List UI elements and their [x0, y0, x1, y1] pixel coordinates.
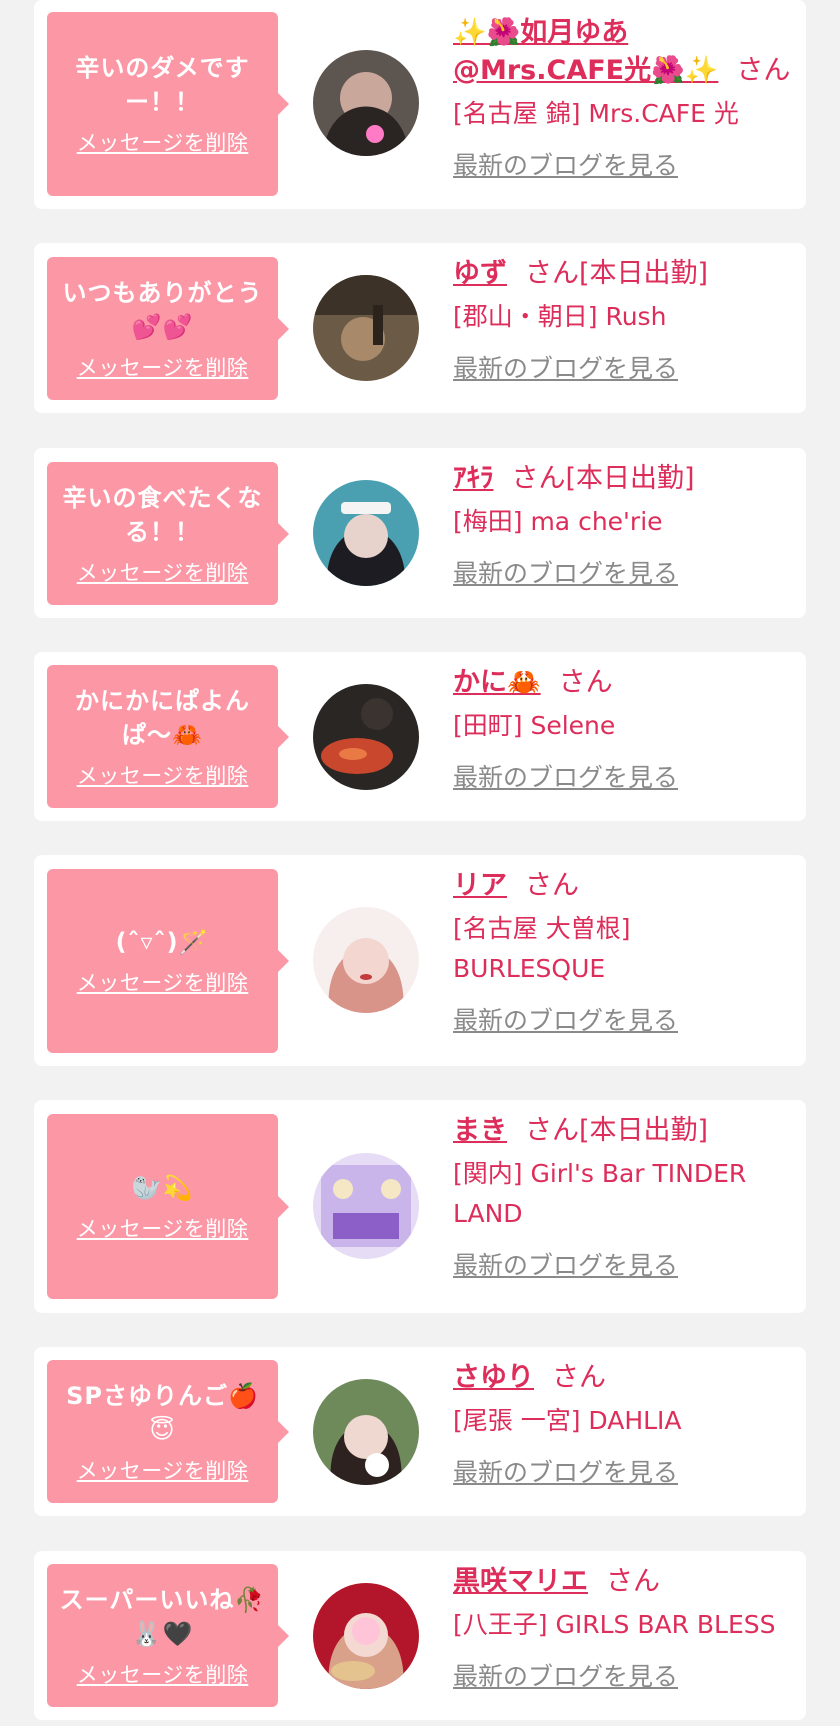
shop-name: [田町] Selene — [453, 711, 616, 740]
shop-name: [郡山・朝日] Rush — [453, 302, 667, 331]
avatar[interactable] — [313, 907, 419, 1013]
shop-name: [梅田] ma che'rie — [453, 507, 663, 536]
message-bubble: いつもありがとう💕💕 メッセージを削除 — [47, 257, 289, 400]
name-line: ゆず さん[本日出勤] — [453, 255, 793, 293]
message-text: SPさゆりんご🍎😇 — [66, 1381, 259, 1444]
delete-message-link[interactable]: メッセージを削除 — [77, 557, 249, 587]
cast-info: さゆり さん [尾張 一宮] DAHLIA 最新のブログを見る — [453, 1359, 793, 1489]
latest-blog-link[interactable]: 最新のブログを見る — [453, 1453, 678, 1489]
message-text: スーパーいいね🥀🐰🖤 — [59, 1585, 266, 1648]
message-text: かにかにぱよんぱ〜🦀 — [75, 686, 250, 749]
latest-blog-link[interactable]: 最新のブログを見る — [453, 1246, 678, 1282]
cast-info: 黒咲マリエ さん [八王子] GIRLS BAR BLESS 最新のブログを見る — [453, 1563, 793, 1693]
cast-name-link[interactable]: ゆず — [453, 258, 507, 289]
cast-name-link[interactable]: 黒咲マリエ — [453, 1566, 588, 1597]
cast-name-link[interactable]: ｱｷﾗ — [453, 463, 494, 494]
cast-name-link[interactable]: まき — [453, 1115, 507, 1146]
list-item: スーパーいいね🥀🐰🖤 メッセージを削除 黒咲マリエ さん [八王子] GIRLS … — [34, 1551, 806, 1720]
name-line: ｱｷﾗ さん[本日出勤] — [453, 460, 793, 498]
delete-message-link[interactable]: メッセージを削除 — [77, 1213, 249, 1243]
honorific: さん — [525, 1115, 579, 1146]
avatar[interactable] — [313, 1583, 419, 1689]
message-text: 辛いのダメですー！！ — [75, 54, 250, 116]
name-line: まき さん[本日出勤] — [453, 1112, 793, 1150]
message-bubble: かにかにぱよんぱ〜🦀 メッセージを削除 — [47, 665, 289, 808]
message-bubble: 🦭💫 メッセージを削除 — [47, 1114, 289, 1299]
latest-blog-link[interactable]: 最新のブログを見る — [453, 349, 678, 385]
shop-name: [尾張 一宮] DAHLIA — [453, 1406, 682, 1435]
honorific: さん — [736, 55, 791, 86]
message-bubble: SPさゆりんご🍎😇 メッセージを削除 — [47, 1360, 289, 1503]
status-badge: [本日出勤] — [579, 258, 709, 289]
status-badge: [本日出勤] — [565, 463, 695, 494]
name-line: ✨🌺如月ゆあ@Mrs.CAFE光🌺✨ さん — [453, 14, 793, 90]
message-text: 🦭💫 — [131, 1173, 194, 1202]
avatar[interactable] — [313, 1379, 419, 1485]
list-item: いつもありがとう💕💕 メッセージを削除 ゆず さん[本日出勤] [郡山・朝日] R… — [34, 243, 806, 413]
delete-message-link[interactable]: メッセージを削除 — [77, 352, 249, 382]
delete-message-link[interactable]: メッセージを削除 — [77, 1659, 249, 1689]
honorific: さん — [525, 870, 579, 901]
delete-message-link[interactable]: メッセージを削除 — [77, 760, 249, 790]
honorific: さん — [558, 667, 613, 698]
delete-message-link[interactable]: メッセージを削除 — [77, 127, 249, 157]
avatar[interactable] — [313, 50, 419, 156]
cast-info: かに🦀 さん [田町] Selene 最新のブログを見る — [453, 664, 793, 794]
delete-message-link[interactable]: メッセージを削除 — [77, 1455, 249, 1485]
delete-message-link[interactable]: メッセージを削除 — [77, 967, 249, 997]
cast-info: ✨🌺如月ゆあ@Mrs.CAFE光🌺✨ さん [名古屋 錦] Mrs.CAFE 光 … — [453, 14, 793, 182]
shop-name: [名古屋 錦] Mrs.CAFE 光 — [453, 99, 739, 128]
honorific: さん — [552, 1362, 606, 1393]
avatar[interactable] — [313, 275, 419, 381]
list-item: 辛いの食べたくなる！！ メッセージを削除 ｱｷﾗ さん[本日出勤] [梅田] ma… — [34, 448, 806, 618]
cast-name-link[interactable]: かに🦀 — [453, 667, 541, 698]
cast-name-link[interactable]: ✨🌺如月ゆあ@Mrs.CAFE光🌺✨ — [453, 17, 718, 86]
status-badge: [本日出勤] — [579, 1115, 709, 1146]
cast-info: まき さん[本日出勤] [関内] Girl's Bar TINDER LAND 最… — [453, 1112, 793, 1282]
cast-info: ｱｷﾗ さん[本日出勤] [梅田] ma che'rie 最新のブログを見る — [453, 460, 793, 590]
name-line: かに🦀 さん — [453, 664, 793, 702]
shop-name: [八王子] GIRLS BAR BLESS — [453, 1610, 776, 1639]
honorific: さん — [511, 463, 566, 494]
avatar[interactable] — [313, 684, 419, 790]
honorific: さん — [525, 258, 579, 289]
honorific: さん — [606, 1566, 660, 1597]
message-text: (ˆ▿ˆ)🪄 — [115, 928, 210, 956]
name-line: 黒咲マリエ さん — [453, 1563, 793, 1601]
latest-blog-link[interactable]: 最新のブログを見る — [453, 1657, 678, 1693]
message-bubble: (ˆ▿ˆ)🪄 メッセージを削除 — [47, 869, 289, 1053]
latest-blog-link[interactable]: 最新のブログを見る — [453, 1001, 678, 1037]
message-bubble: スーパーいいね🥀🐰🖤 メッセージを削除 — [47, 1564, 289, 1707]
message-bubble: 辛いのダメですー！！ メッセージを削除 — [47, 12, 289, 196]
list-item: かにかにぱよんぱ〜🦀 メッセージを削除 かに🦀 さん [田町] Selene 最新… — [34, 652, 806, 821]
name-line: リア さん — [453, 867, 793, 905]
avatar[interactable] — [313, 1153, 419, 1259]
message-text: いつもありがとう💕💕 — [62, 278, 263, 341]
list-item: SPさゆりんご🍎😇 メッセージを削除 さゆり さん [尾張 一宮] DAHLIA … — [34, 1347, 806, 1516]
cast-info: ゆず さん[本日出勤] [郡山・朝日] Rush 最新のブログを見る — [453, 255, 793, 385]
shop-name: [関内] Girl's Bar TINDER LAND — [453, 1159, 747, 1228]
list-item: 辛いのダメですー！！ メッセージを削除 ✨🌺如月ゆあ@Mrs.CAFE光🌺✨ さん… — [34, 0, 806, 209]
latest-blog-link[interactable]: 最新のブログを見る — [453, 146, 678, 182]
cast-info: リア さん [名古屋 大曽根] BURLESQUE 最新のブログを見る — [453, 867, 793, 1037]
cast-name-link[interactable]: さゆり — [453, 1362, 534, 1393]
latest-blog-link[interactable]: 最新のブログを見る — [453, 758, 678, 794]
latest-blog-link[interactable]: 最新のブログを見る — [453, 554, 678, 590]
message-text: 辛いの食べたくなる！！ — [62, 483, 263, 546]
avatar[interactable] — [313, 480, 419, 586]
message-list: 辛いのダメですー！！ メッセージを削除 ✨🌺如月ゆあ@Mrs.CAFE光🌺✨ さん… — [0, 0, 840, 1726]
list-item: (ˆ▿ˆ)🪄 メッセージを削除 リア さん [名古屋 大曽根] BURLESQUE… — [34, 855, 806, 1066]
name-line: さゆり さん — [453, 1359, 793, 1397]
list-item: 🦭💫 メッセージを削除 まき さん[本日出勤] [関内] Girl's Bar T… — [34, 1100, 806, 1313]
shop-name: [名古屋 大曽根] BURLESQUE — [453, 914, 631, 983]
cast-name-link[interactable]: リア — [453, 870, 507, 901]
message-bubble: 辛いの食べたくなる！！ メッセージを削除 — [47, 462, 289, 605]
